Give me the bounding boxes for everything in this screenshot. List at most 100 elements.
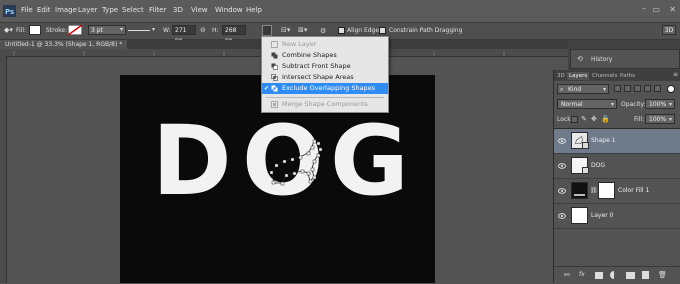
layer-row-color-fill-1[interactable]: ⛓ Color Fill 1 <box>554 179 680 204</box>
tool-preset-icon[interactable]: ◆▾ <box>4 26 13 34</box>
filter-adjustment-icon[interactable] <box>624 85 631 92</box>
width-input[interactable]: 271 px <box>172 25 196 44</box>
layers-panel: 3D Layers Channels Paths ≡ ⌕ Kind ▾ Norm… <box>553 70 680 284</box>
combine-shapes-icon <box>271 52 278 59</box>
menu-select[interactable]: Select <box>122 6 144 14</box>
filter-toggle[interactable] <box>667 85 675 93</box>
filter-smart-object-icon[interactable] <box>654 85 661 92</box>
path-operations-menu: New Layer Combine Shapes Subtract Front … <box>261 36 389 113</box>
constrain-path-checkbox[interactable] <box>379 27 386 34</box>
menu-item-intersect-shape-areas[interactable]: Intersect Shape Areas <box>262 72 388 83</box>
layer-name: DOG <box>591 162 605 169</box>
merge-shapes-icon <box>271 101 278 108</box>
menu-item-merge-shape-components[interactable]: Merge Shape Components <box>262 99 388 110</box>
menu-type[interactable]: Type <box>102 6 118 14</box>
opacity-label: Opacity: <box>621 101 646 108</box>
filter-type-icon[interactable] <box>634 85 641 92</box>
fx-icon[interactable]: fx <box>579 271 585 278</box>
lock-all-icon[interactable]: 🔒 <box>601 115 610 123</box>
menu-edit[interactable]: Edit <box>37 6 51 14</box>
layer-filter-select[interactable]: ⌕ Kind ▾ <box>557 84 609 94</box>
tab-3d[interactable]: 3D <box>557 72 565 80</box>
layer-row-layer-0[interactable]: Layer 0 <box>554 204 680 229</box>
layer-row-dog[interactable]: DOG <box>554 154 680 179</box>
tab-paths[interactable]: Paths <box>620 72 635 80</box>
path-operations-icon[interactable] <box>262 25 272 36</box>
history-panel-button[interactable]: ⟲ History <box>570 49 680 69</box>
menu-file[interactable]: File <box>21 6 33 14</box>
canvas-letter-g: G <box>330 105 409 217</box>
workspace-button[interactable]: 3D <box>662 25 676 35</box>
maximize-icon[interactable]: ▭ <box>652 5 660 14</box>
menu-image[interactable]: Image <box>55 6 77 14</box>
svg-text:Ps: Ps <box>5 8 14 16</box>
layers-panel-tabs: 3D Layers Channels Paths ≡ <box>554 70 680 81</box>
menu-item-combine-shapes[interactable]: Combine Shapes <box>262 50 388 61</box>
stroke-swatch-icon[interactable] <box>68 25 82 35</box>
constrain-path-label: Constrain Path Dragging <box>389 27 463 34</box>
mask-icon[interactable] <box>595 272 603 279</box>
menu-view[interactable]: View <box>191 6 208 14</box>
menu-item-new-layer[interactable]: New Layer <box>262 39 388 50</box>
filter-shape-icon[interactable] <box>644 85 651 92</box>
lock-image-icon[interactable]: ✎ <box>581 115 587 123</box>
chevron-down-icon[interactable]: ▾ <box>120 26 123 33</box>
exclude-shape-icon <box>271 85 278 92</box>
subtract-shape-icon <box>271 63 278 70</box>
filter-pixel-icon[interactable] <box>614 85 621 92</box>
new-layer-icon[interactable] <box>642 271 649 279</box>
height-input[interactable]: 268 px <box>222 25 246 44</box>
close-icon[interactable]: ✕ <box>669 5 676 14</box>
eye-icon[interactable] <box>558 138 566 144</box>
fill-swatch[interactable] <box>29 25 41 35</box>
menu-separator <box>266 97 384 98</box>
layer-thumbnail <box>571 207 588 224</box>
eye-icon[interactable] <box>558 213 566 219</box>
trash-icon[interactable]: 🗑 <box>658 271 667 279</box>
panel-menu-icon[interactable]: ≡ <box>673 71 678 78</box>
path-arrangement-icon[interactable]: ⊠▾ <box>298 26 307 34</box>
stroke-type-line[interactable] <box>128 30 150 31</box>
shape-layer-icon <box>582 167 589 174</box>
link-icon[interactable]: ⚯ <box>564 271 570 279</box>
menu-help[interactable]: Help <box>246 6 262 14</box>
chain-link-icon[interactable]: ⛓ <box>590 187 598 194</box>
eye-icon[interactable] <box>558 163 566 169</box>
fill-label: Fill: <box>16 27 27 34</box>
layer-name: Color Fill 1 <box>618 187 650 194</box>
tab-channels[interactable]: Channels <box>592 72 617 80</box>
menu-item-subtract-front-shape[interactable]: Subtract Front Shape <box>262 61 388 72</box>
gear-icon[interactable]: ⚙ <box>320 27 326 35</box>
blend-mode-select[interactable]: Normal ▾ <box>557 99 617 109</box>
stroke-label: Stroke: <box>46 27 68 34</box>
lock-position-icon[interactable]: ✥ <box>591 115 597 123</box>
height-label: H: <box>212 27 219 34</box>
menu-layer[interactable]: Layer <box>78 6 98 14</box>
menu-item-exclude-overlapping-shapes[interactable]: ✔ Exclude Overlapping Shapes <box>262 83 388 94</box>
lock-transparent-icon[interactable] <box>571 116 578 123</box>
shape-layer-icon <box>582 142 589 149</box>
chevron-down-icon: ▾ <box>668 116 672 123</box>
layer-thumbnail <box>571 182 588 199</box>
history-icon: ⟲ <box>577 55 583 63</box>
group-icon[interactable] <box>626 272 635 279</box>
menu-window[interactable]: Window <box>215 6 243 14</box>
tab-layers[interactable]: Layers <box>567 72 590 80</box>
align-edges-checkbox[interactable] <box>338 27 345 34</box>
menu-3d[interactable]: 3D <box>173 6 183 14</box>
fill-input[interactable]: 100% ▾ <box>645 114 675 124</box>
layer-name: Layer 0 <box>591 212 614 219</box>
fill-label: Fill: <box>634 116 645 123</box>
layer-row-shape-1[interactable]: Shape 1 <box>554 129 680 154</box>
path-alignment-icon[interactable]: ⊟▾ <box>281 26 290 34</box>
stroke-type-chevron-icon[interactable]: ▾ <box>152 26 155 33</box>
minimize-icon[interactable]: – <box>642 4 646 13</box>
adjustment-icon[interactable] <box>610 271 618 279</box>
menu-filter[interactable]: Filter <box>149 6 166 14</box>
ruler-left <box>0 56 7 283</box>
link-icon[interactable]: ⊖ <box>200 26 206 34</box>
opacity-input[interactable]: 100% ▾ <box>645 99 675 109</box>
eye-icon[interactable] <box>558 188 566 194</box>
document-tab[interactable]: Untitled-1 @ 33.3% (Shape 1, RGB/8) * <box>0 40 128 49</box>
dog-shape-path[interactable] <box>260 135 330 195</box>
